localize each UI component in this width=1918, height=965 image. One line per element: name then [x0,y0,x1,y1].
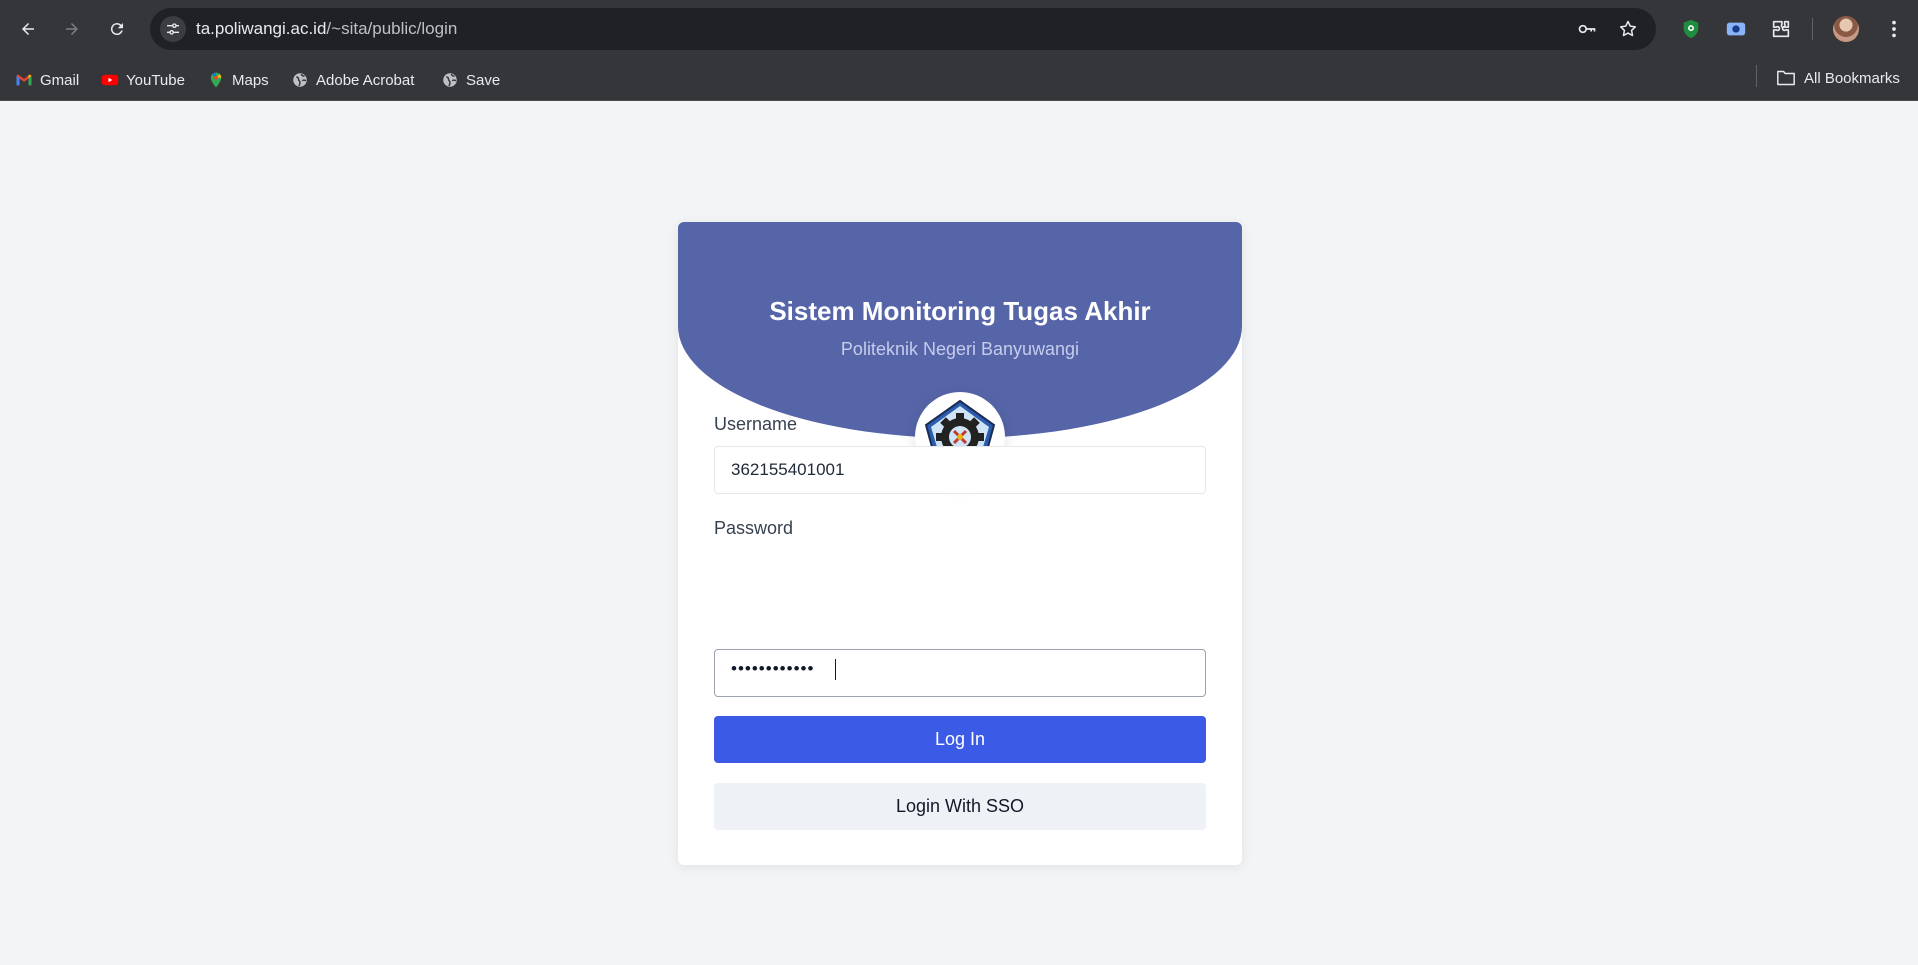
gmail-icon [15,71,33,89]
star-icon [1619,20,1637,37]
username-label: Username [714,414,798,434]
bookmark-maps[interactable]: Maps [207,69,269,91]
username-input[interactable] [714,446,1206,494]
arrow-right-icon [66,23,78,35]
screen-capture-icon [1726,22,1746,36]
login-card: Sistem Monitoring Tugas Akhir Politeknik… [678,222,1242,865]
bookmark-label: Maps [232,71,269,89]
profile-avatar[interactable] [1833,16,1859,42]
bookmark-label: Adobe Acrobat [316,71,415,89]
folder-icon [1777,70,1795,86]
text-caret [835,659,836,680]
bookmark-star-button[interactable] [1617,18,1639,40]
all-bookmarks-label: All Bookmarks [1804,69,1900,87]
extension-shield-button[interactable] [1678,16,1704,42]
bookmark-youtube[interactable]: YouTube [101,69,185,91]
globe-icon [291,71,309,89]
bookmark-save[interactable]: Save [441,69,500,91]
bookmark-label: Save [466,71,501,89]
bookmark-adobe-acrobat[interactable]: Adobe Acrobat [291,69,414,91]
toolbar-divider [1812,18,1813,40]
browser-toolbar: ta.poliwangi.ac.id/~sita/public/login [0,0,1918,58]
shield-icon [1683,19,1699,39]
login-sso-button[interactable]: Login With SSO [714,783,1206,830]
maps-pin-icon [207,71,225,89]
login-button[interactable]: Log In [714,716,1206,763]
page-title: Sistem Monitoring Tugas Akhir [769,296,1151,326]
url-path: /~sita/public/login [326,19,458,38]
bookmarks-divider [1756,65,1757,87]
address-bar[interactable]: ta.poliwangi.ac.id/~sita/public/login [150,8,1656,50]
password-manager-button[interactable] [1576,18,1598,40]
password-label: Password [714,518,794,538]
reload-icon [110,23,123,36]
youtube-icon [101,71,119,89]
globe-icon [441,71,459,89]
reload-button[interactable] [102,14,132,44]
password-masked-value: •••••••••••• [731,659,815,678]
page-subtitle: Politeknik Negeri Banyuwangi [840,339,1080,359]
kebab-menu-icon [1892,20,1896,38]
extension-screen-button[interactable] [1723,16,1749,42]
url-text[interactable]: ta.poliwangi.ac.id/~sita/public/login [196,19,457,39]
key-icon [1578,24,1596,34]
all-bookmarks-button[interactable]: All Bookmarks [1776,69,1900,87]
back-button[interactable] [13,14,43,44]
tune-icon [167,23,179,35]
extensions-button[interactable] [1768,16,1794,42]
url-host: ta.poliwangi.ac.id [196,19,327,38]
bookmark-label: Gmail [40,71,80,89]
bookmark-gmail[interactable]: Gmail [15,69,79,91]
puzzle-icon [1772,20,1790,38]
site-info-button[interactable] [160,16,186,42]
bookmark-label: YouTube [126,71,185,89]
forward-button[interactable] [57,14,87,44]
browser-menu-button[interactable] [1881,16,1907,42]
bookmarks-bar: Gmail YouTube Maps Adobe Acrobat Save Al… [0,58,1918,101]
arrow-left-icon [22,23,34,35]
